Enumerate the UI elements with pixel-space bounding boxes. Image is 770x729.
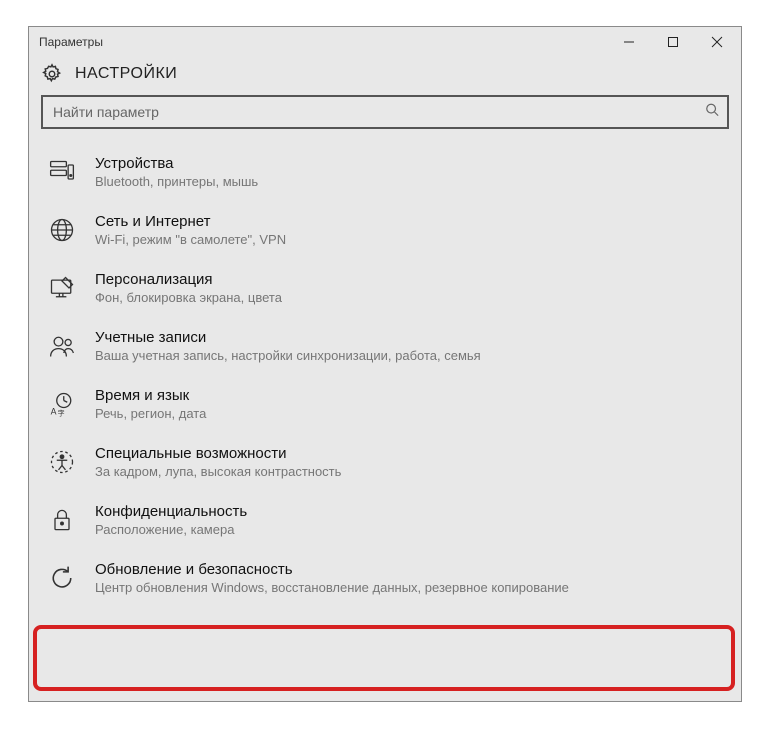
item-title: Конфиденциальность xyxy=(95,503,247,520)
item-devices[interactable]: Устройства Bluetooth, принтеры, мышь xyxy=(29,143,741,201)
accounts-icon xyxy=(47,331,77,361)
item-text: Сеть и Интернет Wi-Fi, режим "в самолете… xyxy=(95,213,286,247)
settings-list: Устройства Bluetooth, принтеры, мышь Сет… xyxy=(29,139,741,607)
update-icon xyxy=(47,563,77,593)
lock-icon xyxy=(47,505,77,535)
item-desc: Bluetooth, принтеры, мышь xyxy=(95,174,258,189)
globe-icon xyxy=(47,215,77,245)
search-wrap xyxy=(41,95,729,129)
item-personalization[interactable]: Персонализация Фон, блокировка экрана, ц… xyxy=(29,259,741,317)
item-title: Учетные записи xyxy=(95,329,481,346)
accessibility-icon xyxy=(47,447,77,477)
item-title: Обновление и безопасность xyxy=(95,561,569,578)
item-privacy[interactable]: Конфиденциальность Расположение, камера xyxy=(29,491,741,549)
item-desc: За кадром, лупа, высокая контрастность xyxy=(95,464,341,479)
header: НАСТРОЙКИ xyxy=(29,57,741,93)
personalization-icon xyxy=(47,273,77,303)
highlight-annotation xyxy=(33,625,735,691)
item-desc: Фон, блокировка экрана, цвета xyxy=(95,290,282,305)
page-title: НАСТРОЙКИ xyxy=(75,65,177,83)
item-text: Специальные возможности За кадром, лупа,… xyxy=(95,445,341,479)
search-icon xyxy=(705,103,719,122)
window-controls xyxy=(607,27,739,57)
item-title: Специальные возможности xyxy=(95,445,341,462)
maximize-button[interactable] xyxy=(651,27,695,57)
item-time-language[interactable]: A字 Время и язык Речь, регион, дата xyxy=(29,375,741,433)
item-desc: Wi-Fi, режим "в самолете", VPN xyxy=(95,232,286,247)
svg-text:A: A xyxy=(51,407,57,417)
item-desc: Ваша учетная запись, настройки синхрониз… xyxy=(95,348,481,363)
item-desc: Речь, регион, дата xyxy=(95,406,206,421)
item-title: Сеть и Интернет xyxy=(95,213,286,230)
item-text: Персонализация Фон, блокировка экрана, ц… xyxy=(95,271,282,305)
item-text: Устройства Bluetooth, принтеры, мышь xyxy=(95,155,258,189)
item-accessibility[interactable]: Специальные возможности За кадром, лупа,… xyxy=(29,433,741,491)
time-language-icon: A字 xyxy=(47,389,77,419)
item-title: Устройства xyxy=(95,155,258,172)
item-title: Время и язык xyxy=(95,387,206,404)
search-input[interactable] xyxy=(41,95,729,129)
item-text: Обновление и безопасность Центр обновлен… xyxy=(95,561,569,595)
window-title: Параметры xyxy=(39,35,103,49)
titlebar: Параметры xyxy=(29,27,741,57)
settings-window: Параметры НАСТРОЙКИ xyxy=(28,26,742,702)
item-network[interactable]: Сеть и Интернет Wi-Fi, режим "в самолете… xyxy=(29,201,741,259)
minimize-button[interactable] xyxy=(607,27,651,57)
item-text: Учетные записи Ваша учетная запись, наст… xyxy=(95,329,481,363)
item-update-security[interactable]: Обновление и безопасность Центр обновлен… xyxy=(29,549,741,607)
gear-icon xyxy=(41,63,63,85)
item-text: Конфиденциальность Расположение, камера xyxy=(95,503,247,537)
item-title: Персонализация xyxy=(95,271,282,288)
devices-icon xyxy=(47,157,77,187)
item-desc: Центр обновления Windows, восстановление… xyxy=(95,580,569,595)
item-accounts[interactable]: Учетные записи Ваша учетная запись, наст… xyxy=(29,317,741,375)
item-text: Время и язык Речь, регион, дата xyxy=(95,387,206,421)
item-desc: Расположение, камера xyxy=(95,522,247,537)
close-button[interactable] xyxy=(695,27,739,57)
svg-text:字: 字 xyxy=(58,408,65,417)
